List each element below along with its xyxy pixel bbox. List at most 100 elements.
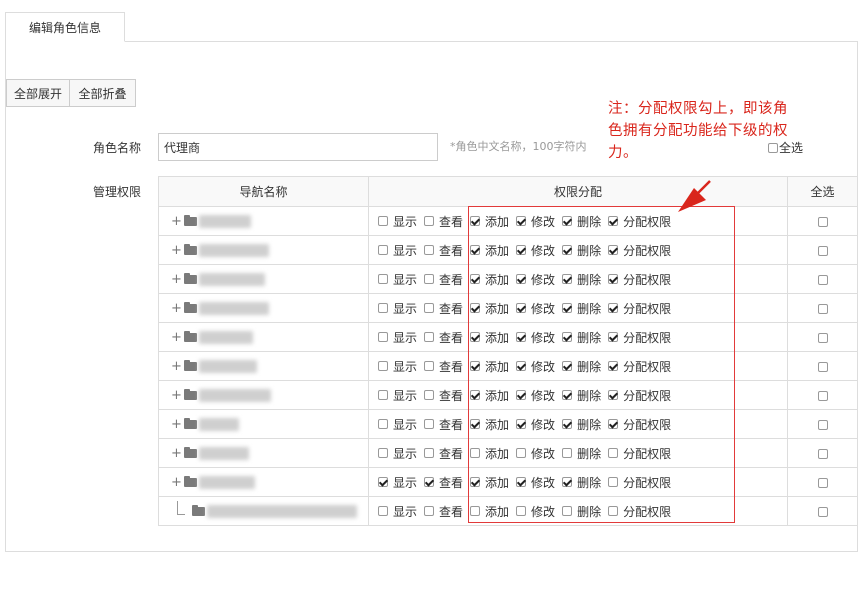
perm-option[interactable]: 查看 <box>424 329 463 346</box>
perm-checkbox[interactable] <box>608 303 619 313</box>
perm-option[interactable]: 分配权限 <box>608 271 671 288</box>
perm-checkbox[interactable] <box>516 361 527 371</box>
perm-checkbox[interactable] <box>516 332 527 342</box>
perm-option[interactable]: 修改 <box>516 503 555 520</box>
perm-option[interactable]: 显示 <box>378 213 417 230</box>
perm-option[interactable]: 查看 <box>424 271 463 288</box>
row-select-all-checkbox[interactable] <box>817 303 828 314</box>
plus-icon[interactable]: + <box>171 243 182 258</box>
perm-option[interactable]: 删除 <box>562 242 601 259</box>
perm-checkbox[interactable] <box>470 506 481 516</box>
perm-checkbox[interactable] <box>562 245 573 255</box>
perm-checkbox[interactable] <box>608 419 619 429</box>
perm-option[interactable]: 查看 <box>424 300 463 317</box>
perm-option[interactable]: 分配权限 <box>608 387 671 404</box>
perm-option[interactable]: 删除 <box>562 416 601 433</box>
perm-option[interactable]: 显示 <box>378 271 417 288</box>
perm-checkbox[interactable] <box>608 245 619 255</box>
perm-checkbox[interactable] <box>424 477 435 487</box>
perm-option[interactable]: 显示 <box>378 474 417 491</box>
plus-icon[interactable]: + <box>171 301 182 316</box>
perm-checkbox[interactable] <box>424 361 435 371</box>
perm-option[interactable]: 添加 <box>470 300 509 317</box>
perm-checkbox[interactable] <box>562 303 573 313</box>
perm-option[interactable]: 显示 <box>378 416 417 433</box>
perm-checkbox[interactable] <box>562 448 573 458</box>
perm-option[interactable]: 修改 <box>516 213 555 230</box>
select-all-checkbox[interactable] <box>768 142 778 153</box>
perm-checkbox[interactable] <box>470 390 481 400</box>
perm-option[interactable]: 添加 <box>470 329 509 346</box>
row-select-all-checkbox[interactable] <box>817 419 828 430</box>
perm-option[interactable]: 显示 <box>378 329 417 346</box>
perm-option[interactable]: 显示 <box>378 242 417 259</box>
perm-checkbox[interactable] <box>516 274 527 284</box>
perm-option[interactable]: 查看 <box>424 358 463 375</box>
tab-edit-role[interactable]: 编辑角色信息 <box>5 12 125 42</box>
perm-checkbox[interactable] <box>470 274 481 284</box>
perm-checkbox[interactable] <box>378 390 388 400</box>
plus-icon[interactable]: + <box>171 330 182 345</box>
perm-option[interactable]: 删除 <box>562 213 601 230</box>
perm-checkbox[interactable] <box>608 477 619 487</box>
perm-option[interactable]: 删除 <box>562 445 601 462</box>
perm-option[interactable]: 分配权限 <box>608 416 671 433</box>
perm-checkbox[interactable] <box>378 419 388 429</box>
perm-checkbox[interactable] <box>378 506 388 516</box>
perm-checkbox[interactable] <box>516 477 527 487</box>
plus-icon[interactable]: + <box>171 388 182 403</box>
perm-option[interactable]: 添加 <box>470 503 509 520</box>
perm-checkbox[interactable] <box>516 448 527 458</box>
perm-checkbox[interactable] <box>562 274 573 284</box>
perm-checkbox[interactable] <box>424 390 435 400</box>
plus-icon[interactable]: + <box>171 214 182 229</box>
perm-checkbox[interactable] <box>608 274 619 284</box>
row-select-all-checkbox[interactable] <box>817 477 828 488</box>
perm-option[interactable]: 修改 <box>516 242 555 259</box>
perm-option[interactable]: 查看 <box>424 213 463 230</box>
row-select-all-checkbox[interactable] <box>817 245 828 256</box>
perm-checkbox[interactable] <box>562 390 573 400</box>
perm-option[interactable]: 显示 <box>378 445 417 462</box>
perm-option[interactable]: 添加 <box>470 445 509 462</box>
perm-checkbox[interactable] <box>378 477 388 487</box>
row-select-all-checkbox[interactable] <box>817 332 828 343</box>
perm-option[interactable]: 添加 <box>470 271 509 288</box>
perm-checkbox[interactable] <box>608 361 619 371</box>
perm-option[interactable]: 分配权限 <box>608 358 671 375</box>
perm-option[interactable]: 分配权限 <box>608 329 671 346</box>
plus-icon[interactable]: + <box>171 359 182 374</box>
perm-checkbox[interactable] <box>424 274 435 284</box>
perm-option[interactable]: 修改 <box>516 271 555 288</box>
perm-option[interactable]: 修改 <box>516 474 555 491</box>
perm-checkbox[interactable] <box>378 361 388 371</box>
perm-option[interactable]: 分配权限 <box>608 300 671 317</box>
perm-checkbox[interactable] <box>608 506 619 516</box>
perm-checkbox[interactable] <box>470 361 481 371</box>
perm-option[interactable]: 添加 <box>470 358 509 375</box>
perm-checkbox[interactable] <box>562 361 573 371</box>
perm-checkbox[interactable] <box>470 245 481 255</box>
row-select-all-checkbox[interactable] <box>817 506 828 517</box>
perm-checkbox[interactable] <box>424 448 435 458</box>
perm-option[interactable]: 显示 <box>378 503 417 520</box>
perm-option[interactable]: 显示 <box>378 387 417 404</box>
plus-icon[interactable]: + <box>171 417 182 432</box>
perm-checkbox[interactable] <box>608 448 619 458</box>
perm-checkbox[interactable] <box>516 303 527 313</box>
perm-option[interactable]: 删除 <box>562 387 601 404</box>
perm-option[interactable]: 分配权限 <box>608 242 671 259</box>
perm-option[interactable]: 删除 <box>562 329 601 346</box>
perm-option[interactable]: 修改 <box>516 300 555 317</box>
perm-checkbox[interactable] <box>608 332 619 342</box>
perm-checkbox[interactable] <box>608 390 619 400</box>
perm-option[interactable]: 显示 <box>378 358 417 375</box>
perm-option[interactable]: 查看 <box>424 445 463 462</box>
perm-option[interactable]: 分配权限 <box>608 213 671 230</box>
perm-checkbox[interactable] <box>378 448 388 458</box>
perm-option[interactable]: 修改 <box>516 416 555 433</box>
perm-option[interactable]: 分配权限 <box>608 445 671 462</box>
perm-checkbox[interactable] <box>470 419 481 429</box>
perm-checkbox[interactable] <box>378 332 388 342</box>
expand-all-button[interactable]: 全部展开 <box>6 79 70 107</box>
